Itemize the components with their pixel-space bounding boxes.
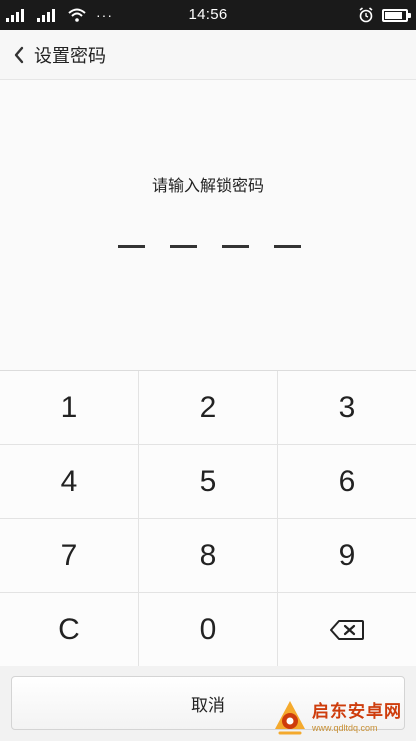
pin-slot	[274, 245, 301, 248]
site-watermark: 启东安卓网 www.qdltdq.com	[272, 697, 412, 739]
status-bar: ··· 14:56	[0, 0, 416, 30]
key-0[interactable]: 0	[139, 593, 278, 667]
key-6[interactable]: 6	[278, 445, 416, 519]
key-7[interactable]: 7	[0, 519, 139, 593]
pin-prompt: 请输入解锁密码	[151, 176, 264, 195]
watermark-logo	[275, 701, 305, 735]
chevron-left-icon	[14, 46, 24, 63]
key-3[interactable]: 3	[278, 371, 416, 445]
clock: 14:56	[188, 6, 228, 23]
page-title: 设置密码	[34, 45, 106, 67]
numeric-keypad: 1 2 3 4 5 6 7 8 9 C 0	[0, 370, 416, 667]
watermark-url: www.qdltdq.com	[312, 722, 378, 733]
key-9[interactable]: 9	[278, 519, 416, 593]
watermark-name: 启东安卓网	[312, 701, 402, 722]
backspace-icon	[330, 619, 364, 640]
pin-slot	[222, 245, 249, 248]
key-4[interactable]: 4	[0, 445, 139, 519]
status-right	[358, 0, 411, 30]
key-1[interactable]: 1	[0, 371, 139, 445]
watermark-text: 启东安卓网 www.qdltdq.com	[312, 701, 402, 733]
key-2[interactable]: 2	[139, 371, 278, 445]
app-header: 设置密码	[0, 30, 416, 80]
battery-icon	[382, 8, 411, 22]
key-backspace[interactable]	[278, 593, 416, 667]
pin-slots	[118, 245, 301, 248]
key-8[interactable]: 8	[139, 519, 278, 593]
pin-slot	[170, 245, 197, 248]
alarm-clock-icon	[359, 7, 373, 23]
back-button[interactable]	[4, 30, 34, 80]
key-clear[interactable]: C	[0, 593, 139, 667]
pin-slot	[118, 245, 145, 248]
key-5[interactable]: 5	[139, 445, 278, 519]
